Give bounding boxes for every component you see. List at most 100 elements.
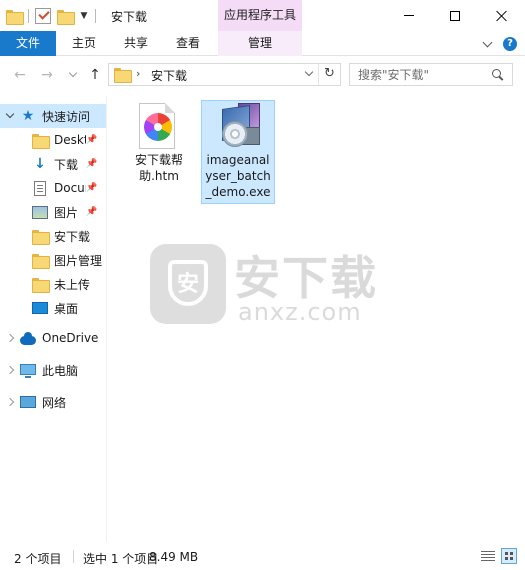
back-arrow-icon[interactable]: ←	[11, 67, 29, 83]
search-input[interactable]	[349, 63, 513, 86]
forward-arrow-icon[interactable]: →	[38, 67, 56, 83]
nav-item-picture-manager[interactable]: 图片管理	[0, 248, 106, 272]
close-button[interactable]	[479, 0, 525, 31]
tab-manage[interactable]: 管理	[218, 31, 302, 56]
breadcrumb-current[interactable]: 安下载	[151, 67, 187, 84]
search-icon[interactable]	[492, 69, 503, 80]
nav-item-label: Deskt	[54, 133, 86, 147]
cloud-icon	[20, 330, 36, 346]
watermark-logo: 安 安下载 anxz.com	[150, 240, 380, 340]
nav-item-label: 安下载	[54, 229, 91, 244]
nav-item-desktop-pinned[interactable]: Deskt 📌	[0, 128, 106, 152]
pin-icon: 📌	[86, 135, 98, 145]
document-icon	[32, 180, 48, 196]
nav-item-anxiazai[interactable]: 安下载	[0, 224, 106, 248]
nav-item-pictures[interactable]: 图片 📌	[0, 200, 106, 224]
pane-splitter[interactable]	[106, 96, 107, 542]
tab-share[interactable]: 共享	[110, 31, 162, 56]
help-icon[interactable]: ?	[503, 37, 517, 51]
network-icon	[20, 394, 36, 410]
nav-item-documents[interactable]: Docur 📌	[0, 176, 106, 200]
nav-item-label: 快速访问	[42, 109, 91, 124]
file-name-line: 助.htm	[139, 169, 179, 183]
tab-home[interactable]: 主页	[56, 31, 112, 56]
folder-icon	[32, 132, 50, 149]
folder-icon	[32, 276, 50, 293]
tab-file[interactable]: 文件	[0, 31, 56, 56]
folder-icon	[114, 68, 132, 83]
up-arrow-icon[interactable]: ↑	[86, 67, 104, 83]
file-name-line: yser_batch	[205, 169, 271, 183]
large-icons-view-icon[interactable]	[501, 548, 517, 564]
nav-item-label: 图片管理	[54, 253, 103, 268]
nav-item-label: 桌面	[54, 301, 79, 316]
pin-icon: 📌	[86, 207, 98, 217]
pictures-icon	[32, 204, 48, 220]
address-dropdown-icon[interactable]	[304, 67, 314, 77]
properties-icon[interactable]	[35, 8, 51, 24]
new-folder-icon[interactable]	[57, 9, 75, 25]
desktop-icon	[32, 300, 48, 316]
qat-dropdown-icon[interactable]: ▼	[79, 11, 89, 21]
watermark-domain: anxz.com	[238, 298, 362, 326]
file-item-htm[interactable]: 安下载帮 助.htm	[118, 100, 200, 192]
download-arrow-icon: ↓	[34, 156, 46, 172]
details-view-icon[interactable]	[481, 550, 495, 562]
nav-item-label: 图片	[54, 205, 79, 220]
qat-separator	[95, 9, 96, 23]
nav-item-label: Docur	[54, 181, 86, 195]
chevron-right-icon	[5, 397, 15, 407]
expander[interactable]	[0, 365, 20, 375]
expand-ribbon-icon[interactable]	[482, 37, 493, 47]
quick-access-toolbar: ▼	[6, 6, 96, 26]
maximize-icon	[450, 10, 460, 21]
recent-locations-chevron-icon[interactable]	[68, 68, 78, 78]
folder-icon	[6, 9, 24, 25]
pin-icon: 📌	[86, 183, 98, 193]
file-name-line: _demo.exe	[205, 185, 271, 199]
minimize-icon	[404, 15, 414, 16]
status-bar: 2 个项目 选中 1 个项目 8.49 MB	[0, 542, 525, 570]
selected-size: 8.49 MB	[149, 550, 199, 564]
computer-icon	[20, 362, 36, 378]
file-name-line: 安下载帮	[134, 153, 183, 167]
selected-count: 选中 1 个项目	[83, 552, 159, 566]
shield-icon: 安	[150, 244, 226, 324]
nav-item-label: 未上传	[54, 277, 91, 292]
close-icon	[496, 10, 508, 22]
folder-icon	[32, 228, 50, 245]
expander[interactable]	[0, 109, 20, 119]
pin-icon: 📌	[86, 159, 98, 169]
nav-item-label: 下载	[54, 157, 79, 172]
nav-item-desktop[interactable]: 桌面	[0, 296, 106, 320]
nav-item-onedrive[interactable]: OneDrive	[0, 326, 106, 350]
chevron-down-icon	[5, 109, 15, 119]
nav-item-not-uploaded[interactable]: 未上传	[0, 272, 106, 296]
tab-view[interactable]: 查看	[162, 31, 214, 56]
folder-icon	[32, 252, 50, 269]
address-bar[interactable]: › 安下载 ↻	[108, 63, 341, 86]
file-item-exe[interactable]: imageanal yser_batch _demo.exe	[201, 100, 275, 204]
nav-item-this-pc[interactable]: 此电脑	[0, 358, 106, 382]
nav-item-label: 此电脑	[42, 363, 79, 378]
nav-quick-access[interactable]: ★ 快速访问	[0, 104, 106, 128]
nav-item-label: OneDrive	[42, 331, 99, 345]
nav-item-network[interactable]: 网络	[0, 390, 106, 414]
expander[interactable]	[0, 397, 20, 407]
maximize-button[interactable]	[432, 0, 478, 31]
chevron-right-icon	[5, 365, 15, 375]
status-separator	[73, 550, 74, 563]
breadcrumb-separator-icon[interactable]: ›	[136, 67, 140, 80]
item-count: 2 个项目	[14, 552, 62, 566]
refresh-icon[interactable]: ↻	[318, 64, 340, 85]
ribbon-controls: ?	[482, 37, 517, 51]
qat-separator	[28, 9, 29, 23]
window-title: 安下载	[111, 10, 148, 24]
title-bar: ▼ 安下载 应用程序工具	[0, 0, 525, 31]
navigation-bar: ← → ↑ › 安下载 ↻	[0, 57, 525, 93]
chevron-right-icon	[5, 333, 15, 343]
expander[interactable]	[0, 333, 20, 343]
nav-item-downloads[interactable]: ↓ 下载 📌	[0, 152, 106, 176]
application-tools-header: 应用程序工具	[218, 0, 302, 31]
minimize-button[interactable]	[386, 0, 432, 31]
